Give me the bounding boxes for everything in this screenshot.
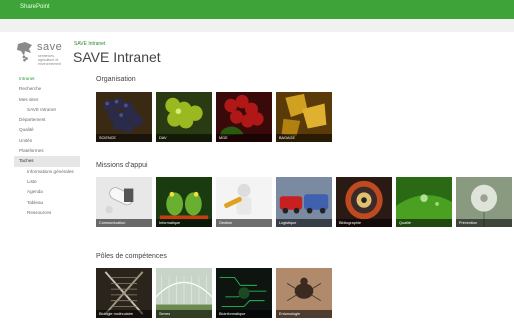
tile-link[interactable]: Bioinformatique [216, 268, 272, 318]
tile-link[interactable]: Biologie moléculaire [96, 268, 152, 318]
logo-tagline: semences, agriculture et environnement [38, 54, 62, 66]
tile-link[interactable]: DAV [156, 92, 212, 142]
tile-caption: DAV [156, 134, 212, 142]
nav-item[interactable]: Agenda [14, 187, 80, 197]
tile-link[interactable]: MGE [216, 92, 272, 142]
nav-item[interactable]: Intranet [14, 74, 80, 84]
tile-caption: SCIENCE [96, 134, 152, 142]
nav-item[interactable]: Qualité [14, 125, 80, 135]
nav-item[interactable]: SAVE Intranet [14, 105, 80, 115]
nav-item[interactable]: Ressources [14, 208, 80, 218]
tile-caption: Serres [156, 310, 212, 318]
tile-link[interactable]: Prévention [456, 177, 512, 227]
grape-leaf-icon [17, 42, 32, 62]
section-heading: Missions d'appui [96, 162, 148, 169]
tile-link[interactable]: Informatique [156, 177, 212, 227]
nav-item[interactable]: Informations générales [14, 167, 80, 177]
tile-caption: Qualité [396, 219, 452, 227]
tile-caption: Logistique [276, 219, 332, 227]
nav-item[interactable]: Département [14, 115, 80, 125]
nav-item[interactable]: Tableau [14, 198, 80, 208]
tile-caption: Gestion [216, 219, 272, 227]
section-heading: Organisation [96, 76, 136, 83]
tile-caption: Informatique [156, 219, 212, 227]
nav-item[interactable]: Liste [14, 177, 80, 187]
section-heading: Pôles de compétences [96, 253, 167, 260]
nav-item[interactable]: Plateformes [14, 146, 80, 156]
quick-launch-nav: Intranet Recherche Mes sites SAVE Intranet D… [14, 74, 80, 218]
tile-link[interactable]: Bibliographie [336, 177, 392, 227]
top-suite-bar: SharePoint [0, 0, 514, 19]
tile-caption: BAGAGE [276, 134, 332, 142]
tile-link[interactable]: Entomologie [276, 268, 332, 318]
tile-link[interactable]: BAGAGE [276, 92, 332, 142]
tile-caption: Communication [96, 219, 152, 227]
page-title: SAVE Intranet [73, 49, 161, 65]
tile-caption: Prévention [456, 219, 512, 227]
tile-caption: Bibliographie [336, 219, 392, 227]
tile-caption: Entomologie [276, 310, 332, 318]
breadcrumb[interactable]: SAVE Intranet [74, 41, 105, 47]
nav-item[interactable]: Taches [14, 156, 80, 167]
tile-link[interactable]: Logistique [276, 177, 332, 227]
nav-item[interactable]: Recherche [14, 84, 80, 94]
tile-caption: Biologie moléculaire [96, 310, 152, 318]
tile-caption: Bioinformatique [216, 310, 272, 318]
ribbon-bar [0, 19, 514, 32]
tile-caption: MGE [216, 134, 272, 142]
nav-item[interactable]: Mes sites [14, 95, 80, 105]
logo-wordmark: save [37, 41, 63, 53]
tile-link[interactable]: SCIENCE [96, 92, 152, 142]
site-logo[interactable]: save semences, agriculture et environnem… [16, 40, 66, 66]
tile-link[interactable]: Gestion [216, 177, 272, 227]
nav-item[interactable]: Unités [14, 136, 80, 146]
tile-link[interactable]: Communication [96, 177, 152, 227]
tile-link[interactable]: Serres [156, 268, 212, 318]
tile-link[interactable]: Qualité [396, 177, 452, 227]
suite-brand-link[interactable]: SharePoint [20, 4, 50, 10]
